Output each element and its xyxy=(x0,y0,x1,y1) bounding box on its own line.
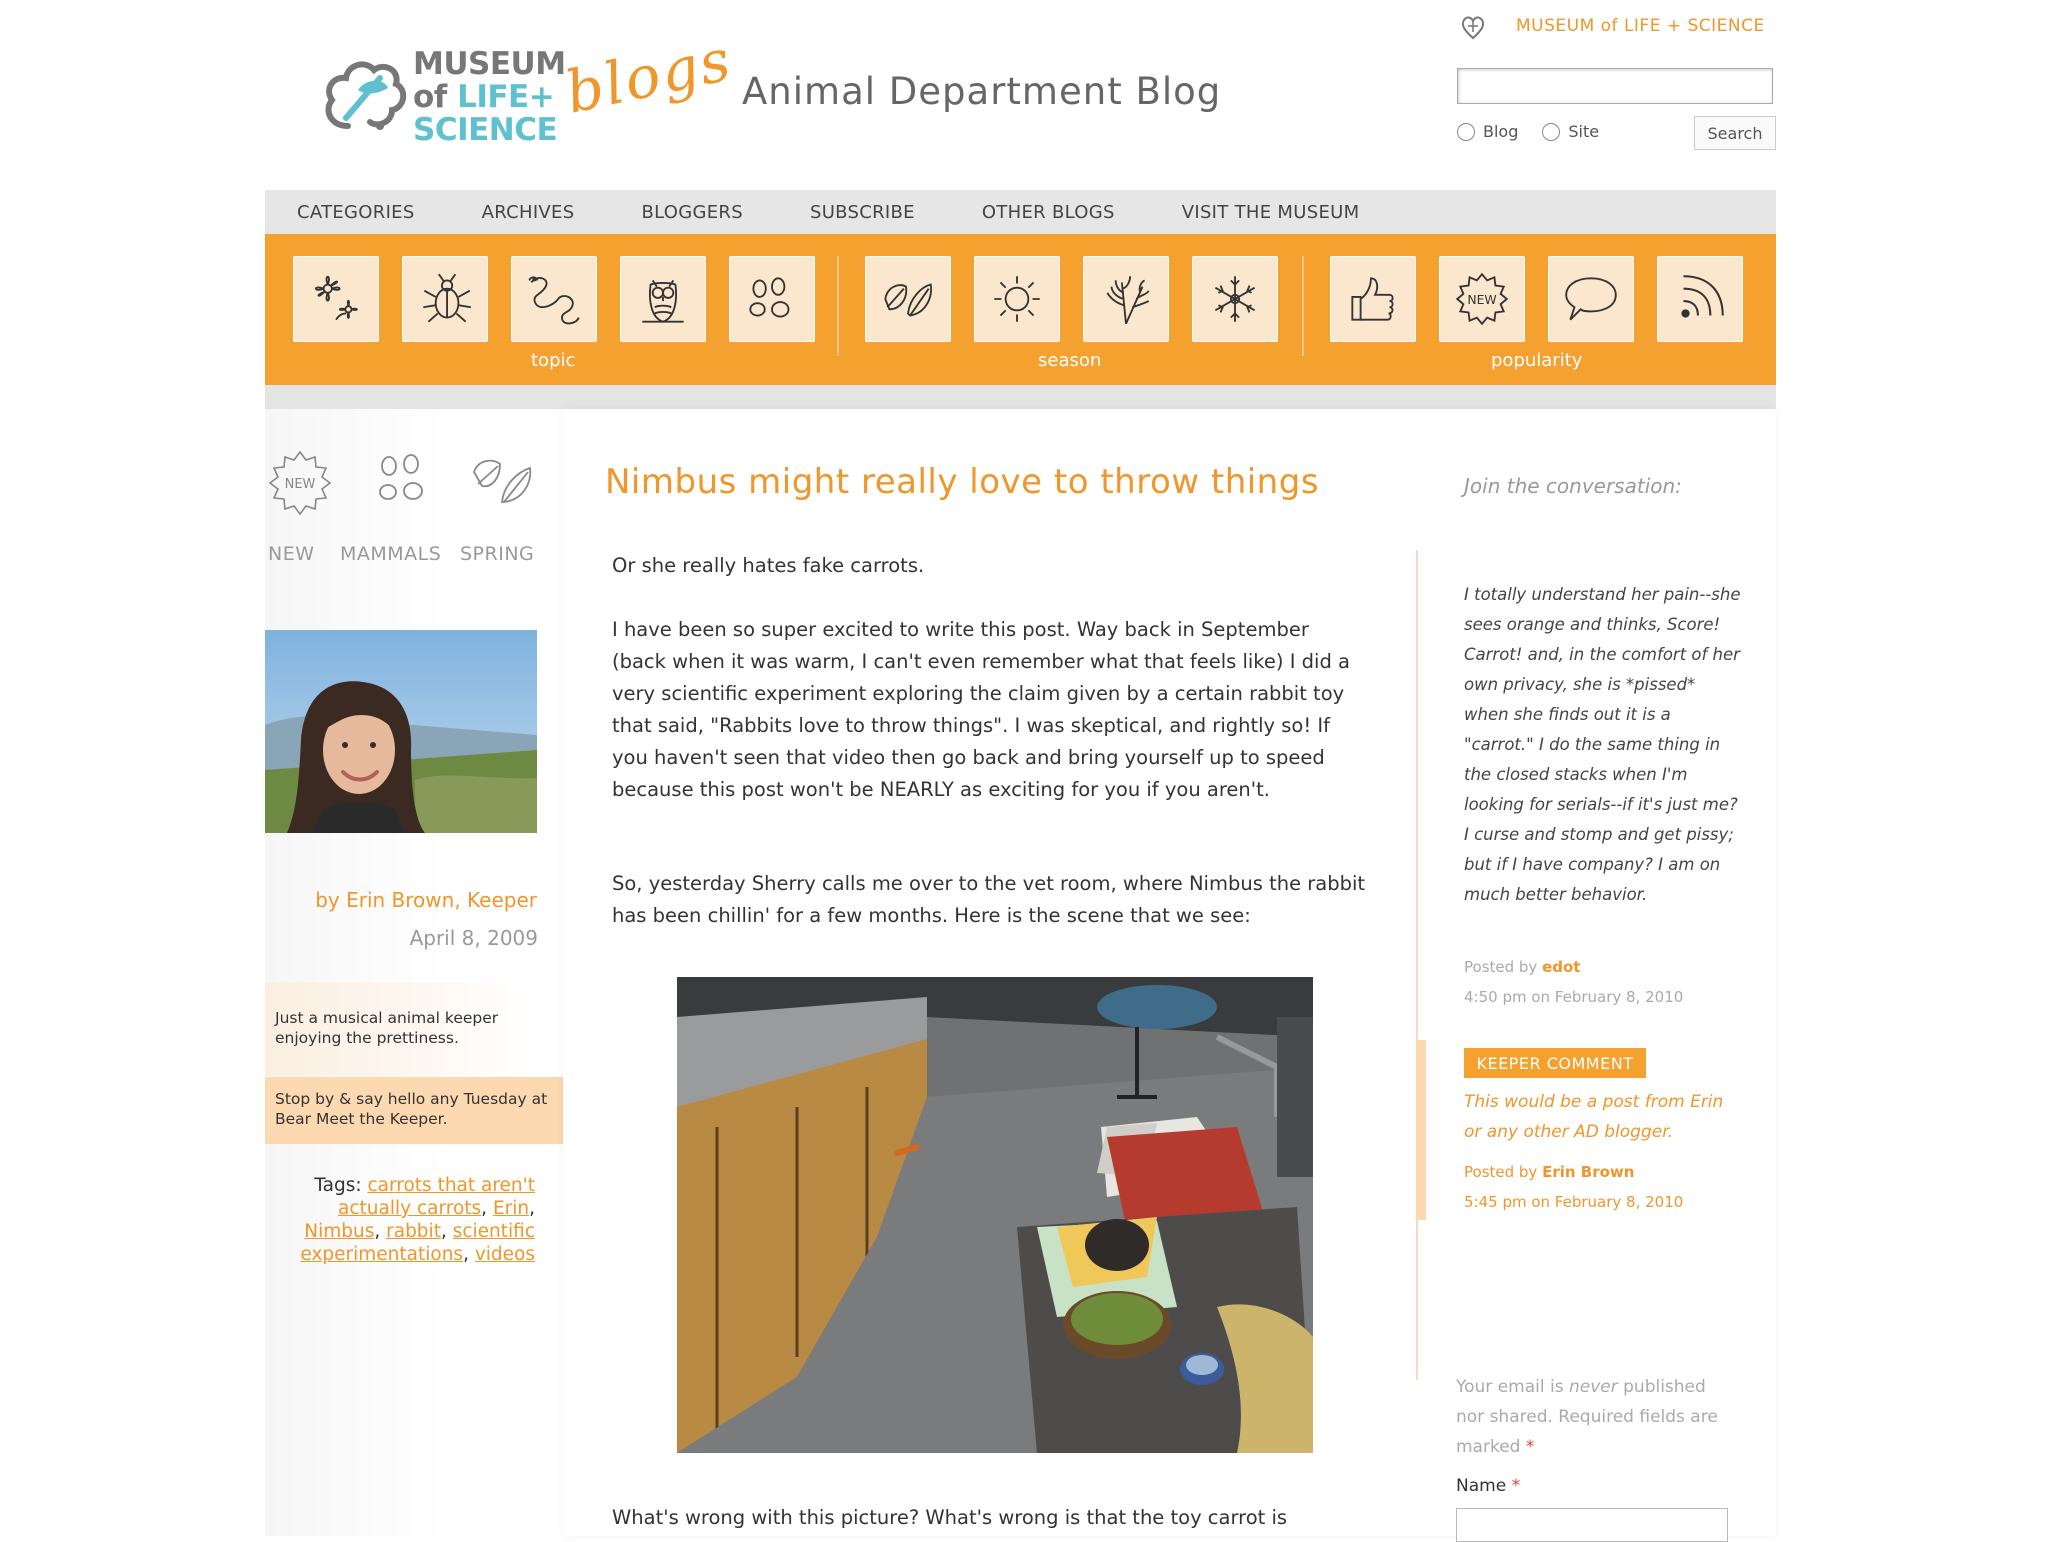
thumbs-up-icon[interactable] xyxy=(1330,256,1416,342)
rss-icon[interactable] xyxy=(1657,256,1743,342)
join-conversation-label: Join the conversation: xyxy=(1464,474,1682,498)
radio-blog-label: Blog xyxy=(1483,122,1519,141)
keeper-comment-badge: KEEPER COMMENT xyxy=(1464,1048,1646,1078)
keeper-comment-timestamp: 5:45 pm on February 8, 2010 xyxy=(1464,1193,1684,1211)
nav-subscribe[interactable]: SUBSCRIBE xyxy=(810,202,915,223)
museum-home-link[interactable]: MUSEUM of LIFE + SCIENCE xyxy=(1516,16,1765,36)
sun-icon[interactable] xyxy=(974,256,1060,342)
category-icon-bar: topic season NEW popularity xyxy=(265,234,1776,385)
group-label-season: season xyxy=(1038,350,1102,371)
search-scope-radios: Blog Site xyxy=(1457,122,1623,141)
name-input[interactable] xyxy=(1456,1508,1728,1542)
keeper-comment-author-link[interactable]: Erin Brown xyxy=(1542,1163,1634,1181)
post-category-new[interactable]: NEW xyxy=(268,543,315,565)
group-divider xyxy=(1302,256,1304,356)
snake-icon[interactable] xyxy=(511,256,597,342)
group-label-popularity: popularity xyxy=(1491,350,1583,371)
speech-bubble-icon[interactable] xyxy=(1548,256,1634,342)
snowflake-icon[interactable] xyxy=(1192,256,1278,342)
tag-link[interactable]: rabbit xyxy=(386,1221,441,1242)
tag-link[interactable]: Erin xyxy=(493,1198,529,1219)
comment-meta: Posted by edot xyxy=(1464,958,1581,976)
svg-text:NEW: NEW xyxy=(285,477,316,492)
iconbar-footer-strip xyxy=(265,385,1776,409)
search-input[interactable] xyxy=(1457,68,1773,104)
comment-timestamp: 4:50 pm on February 8, 2010 xyxy=(1464,988,1684,1006)
blog-title[interactable]: Animal Department Blog xyxy=(742,70,1221,113)
email-privacy-note: Your email is never published nor shared… xyxy=(1456,1377,1718,1457)
tag-link[interactable]: Nimbus xyxy=(304,1221,374,1242)
post-date: April 8, 2009 xyxy=(409,926,538,950)
logo-wordmark: MUSEUM of LIFE+ SCIENCE xyxy=(413,46,566,148)
left-sidebar xyxy=(265,409,563,1536)
flower-icon[interactable] xyxy=(293,256,379,342)
post-tags: Tags: carrots that aren't actually carro… xyxy=(300,1175,535,1265)
paw-print-icon[interactable] xyxy=(366,448,438,518)
author-bio: Just a musical animal keeper enjoying th… xyxy=(265,982,563,1076)
post-paragraph: Or she really hates fake carrots. xyxy=(612,554,925,577)
name-field-label: Name * xyxy=(1456,1476,1521,1496)
keeper-comment-accent xyxy=(1416,1040,1426,1220)
nav-other-blogs[interactable]: OTHER BLOGS xyxy=(982,202,1115,223)
author-photo xyxy=(265,630,537,833)
keeper-comment-meta: Posted by Erin Brown xyxy=(1464,1163,1635,1181)
new-badge-icon[interactable]: NEW xyxy=(1439,256,1525,342)
new-badge-icon[interactable]: NEW xyxy=(264,448,336,518)
author-byline[interactable]: by Erin Brown, Keeper xyxy=(315,888,537,912)
post-paragraph: What's wrong with this picture? What's w… xyxy=(612,1506,1288,1529)
post-paragraph: I have been so super excited to write th… xyxy=(612,618,1350,801)
comment-author-link[interactable]: edot xyxy=(1542,958,1580,976)
museum-heart-icon[interactable] xyxy=(1458,12,1488,42)
radio-blog[interactable] xyxy=(1457,122,1475,141)
radio-site-label: Site xyxy=(1568,122,1600,141)
wheat-icon[interactable] xyxy=(1083,256,1169,342)
post-paragraph: So, yesterday Sherry calls me over to th… xyxy=(612,872,1366,927)
group-label-topic: topic xyxy=(531,350,576,371)
post-photo xyxy=(677,977,1313,1453)
owl-icon[interactable] xyxy=(620,256,706,342)
comment-text: I totally understand her pain--she sees … xyxy=(1464,585,1741,904)
nav-archives[interactable]: ARCHIVES xyxy=(482,202,575,223)
brain-leaf-logo-icon xyxy=(325,61,407,130)
comment-divider xyxy=(1416,550,1418,1380)
beetle-icon[interactable] xyxy=(402,256,488,342)
nav-visit-museum[interactable]: VISIT THE MUSEUM xyxy=(1182,202,1360,223)
radio-site[interactable] xyxy=(1542,122,1561,141)
nav-bloggers[interactable]: BLOGGERS xyxy=(641,202,743,223)
nav-categories[interactable]: CATEGORIES xyxy=(297,202,415,223)
leaf-icon[interactable] xyxy=(865,256,951,342)
leaf-icon[interactable] xyxy=(468,448,540,518)
tag-link[interactable]: videos xyxy=(475,1244,535,1265)
post-category-mammals[interactable]: MAMMALS xyxy=(340,543,441,565)
group-divider xyxy=(837,256,839,356)
paw-print-icon[interactable] xyxy=(729,256,815,342)
main-nav: CATEGORIES ARCHIVES BLOGGERS SUBSCRIBE O… xyxy=(265,190,1776,234)
keeper-comment-text: This would be a post from Erin or any ot… xyxy=(1464,1092,1724,1142)
svg-text:NEW: NEW xyxy=(1467,292,1496,307)
search-button[interactable]: Search xyxy=(1694,116,1776,150)
post-title[interactable]: Nimbus might really love to throw things xyxy=(605,462,1319,502)
tags-label: Tags: xyxy=(314,1175,362,1196)
author-note: Stop by & say hello any Tuesday at Bear … xyxy=(265,1077,563,1144)
post-category-spring[interactable]: SPRING xyxy=(460,543,534,565)
